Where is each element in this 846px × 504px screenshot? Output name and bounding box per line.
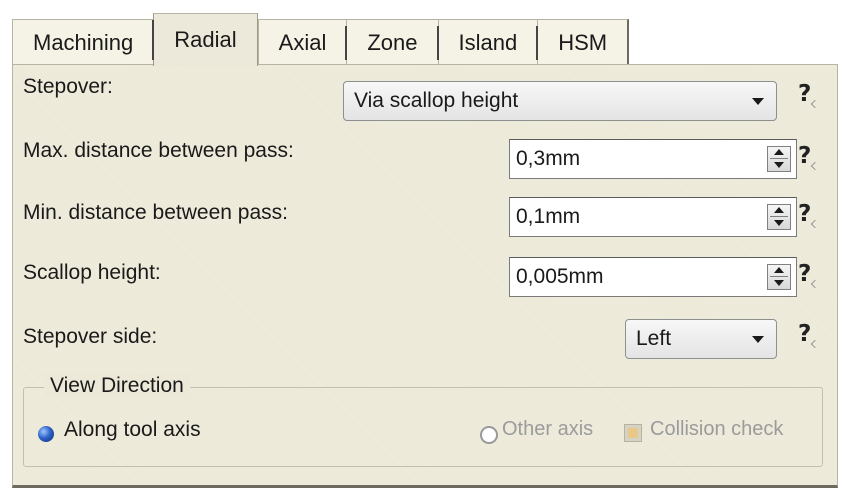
max-distance-value: 0,3mm (516, 147, 581, 170)
up-down-spinner-icon[interactable] (767, 204, 791, 230)
radial-tab-panel: Stepover: Via scallop height ? Max. dist… (12, 64, 838, 488)
scallop-height-value: 0,005mm (516, 265, 604, 288)
chevron-down-icon (752, 98, 764, 105)
tab-label: Radial (174, 27, 237, 52)
tab-label: Island (458, 30, 518, 55)
stepover-dropdown[interactable]: Via scallop height (343, 81, 777, 121)
stepover-side-help-icon[interactable]: ? (798, 321, 811, 347)
min-distance-value: 0,1mm (516, 205, 581, 228)
max-distance-field[interactable]: 0,3mm (509, 139, 797, 179)
tab-machining[interactable]: Machining (12, 19, 154, 66)
tab-axial[interactable]: Axial (257, 19, 347, 66)
view-direction-title: View Direction (44, 374, 190, 398)
max-distance-help-icon[interactable]: ? (798, 143, 811, 169)
up-down-spinner-icon[interactable] (767, 146, 791, 172)
tab-hsm[interactable]: HSM (536, 19, 630, 66)
view-direction-group: View Direction Along tool axis Other axi… (23, 374, 823, 467)
stepover-side-label: Stepover side: (23, 325, 158, 348)
scallop-height-help-icon[interactable]: ? (798, 261, 811, 287)
collision-check-checkbox (624, 424, 642, 442)
collision-check-label: Collision check (650, 418, 784, 440)
tab-label: HSM (558, 30, 608, 55)
other-axis-radio (480, 426, 498, 444)
along-tool-axis-radio[interactable] (38, 426, 54, 442)
tab-radial[interactable]: Radial (152, 13, 258, 66)
up-down-spinner-icon[interactable] (767, 264, 791, 290)
stepover-side-value: Left (636, 327, 672, 350)
tab-zone[interactable]: Zone (345, 19, 438, 66)
min-distance-help-icon[interactable]: ? (798, 201, 811, 227)
other-axis-label: Other axis (502, 418, 594, 440)
radial-settings-dialog: Machining Radial Axial Zone Island HSM S… (0, 0, 846, 504)
min-distance-label: Min. distance between pass: (23, 201, 288, 224)
max-distance-label: Max. distance between pass: (23, 139, 294, 162)
along-tool-axis-label[interactable]: Along tool axis (64, 418, 201, 442)
stepover-side-dropdown[interactable]: Left (625, 319, 777, 359)
min-distance-field[interactable]: 0,1mm (509, 197, 797, 237)
tab-label: Machining (33, 30, 134, 55)
tab-label: Zone (367, 30, 418, 55)
tab-label: Axial (278, 30, 327, 55)
tab-island[interactable]: Island (436, 19, 538, 66)
stepover-value: Via scallop height (354, 89, 519, 112)
chevron-down-icon (752, 336, 764, 343)
stepover-help-icon[interactable]: ? (798, 81, 811, 107)
stepover-label: Stepover: (23, 75, 113, 98)
scallop-height-label: Scallop height: (23, 261, 161, 284)
scallop-height-field[interactable]: 0,005mm (509, 257, 797, 297)
tab-bar: Machining Radial Axial Zone Island HSM (12, 13, 630, 66)
